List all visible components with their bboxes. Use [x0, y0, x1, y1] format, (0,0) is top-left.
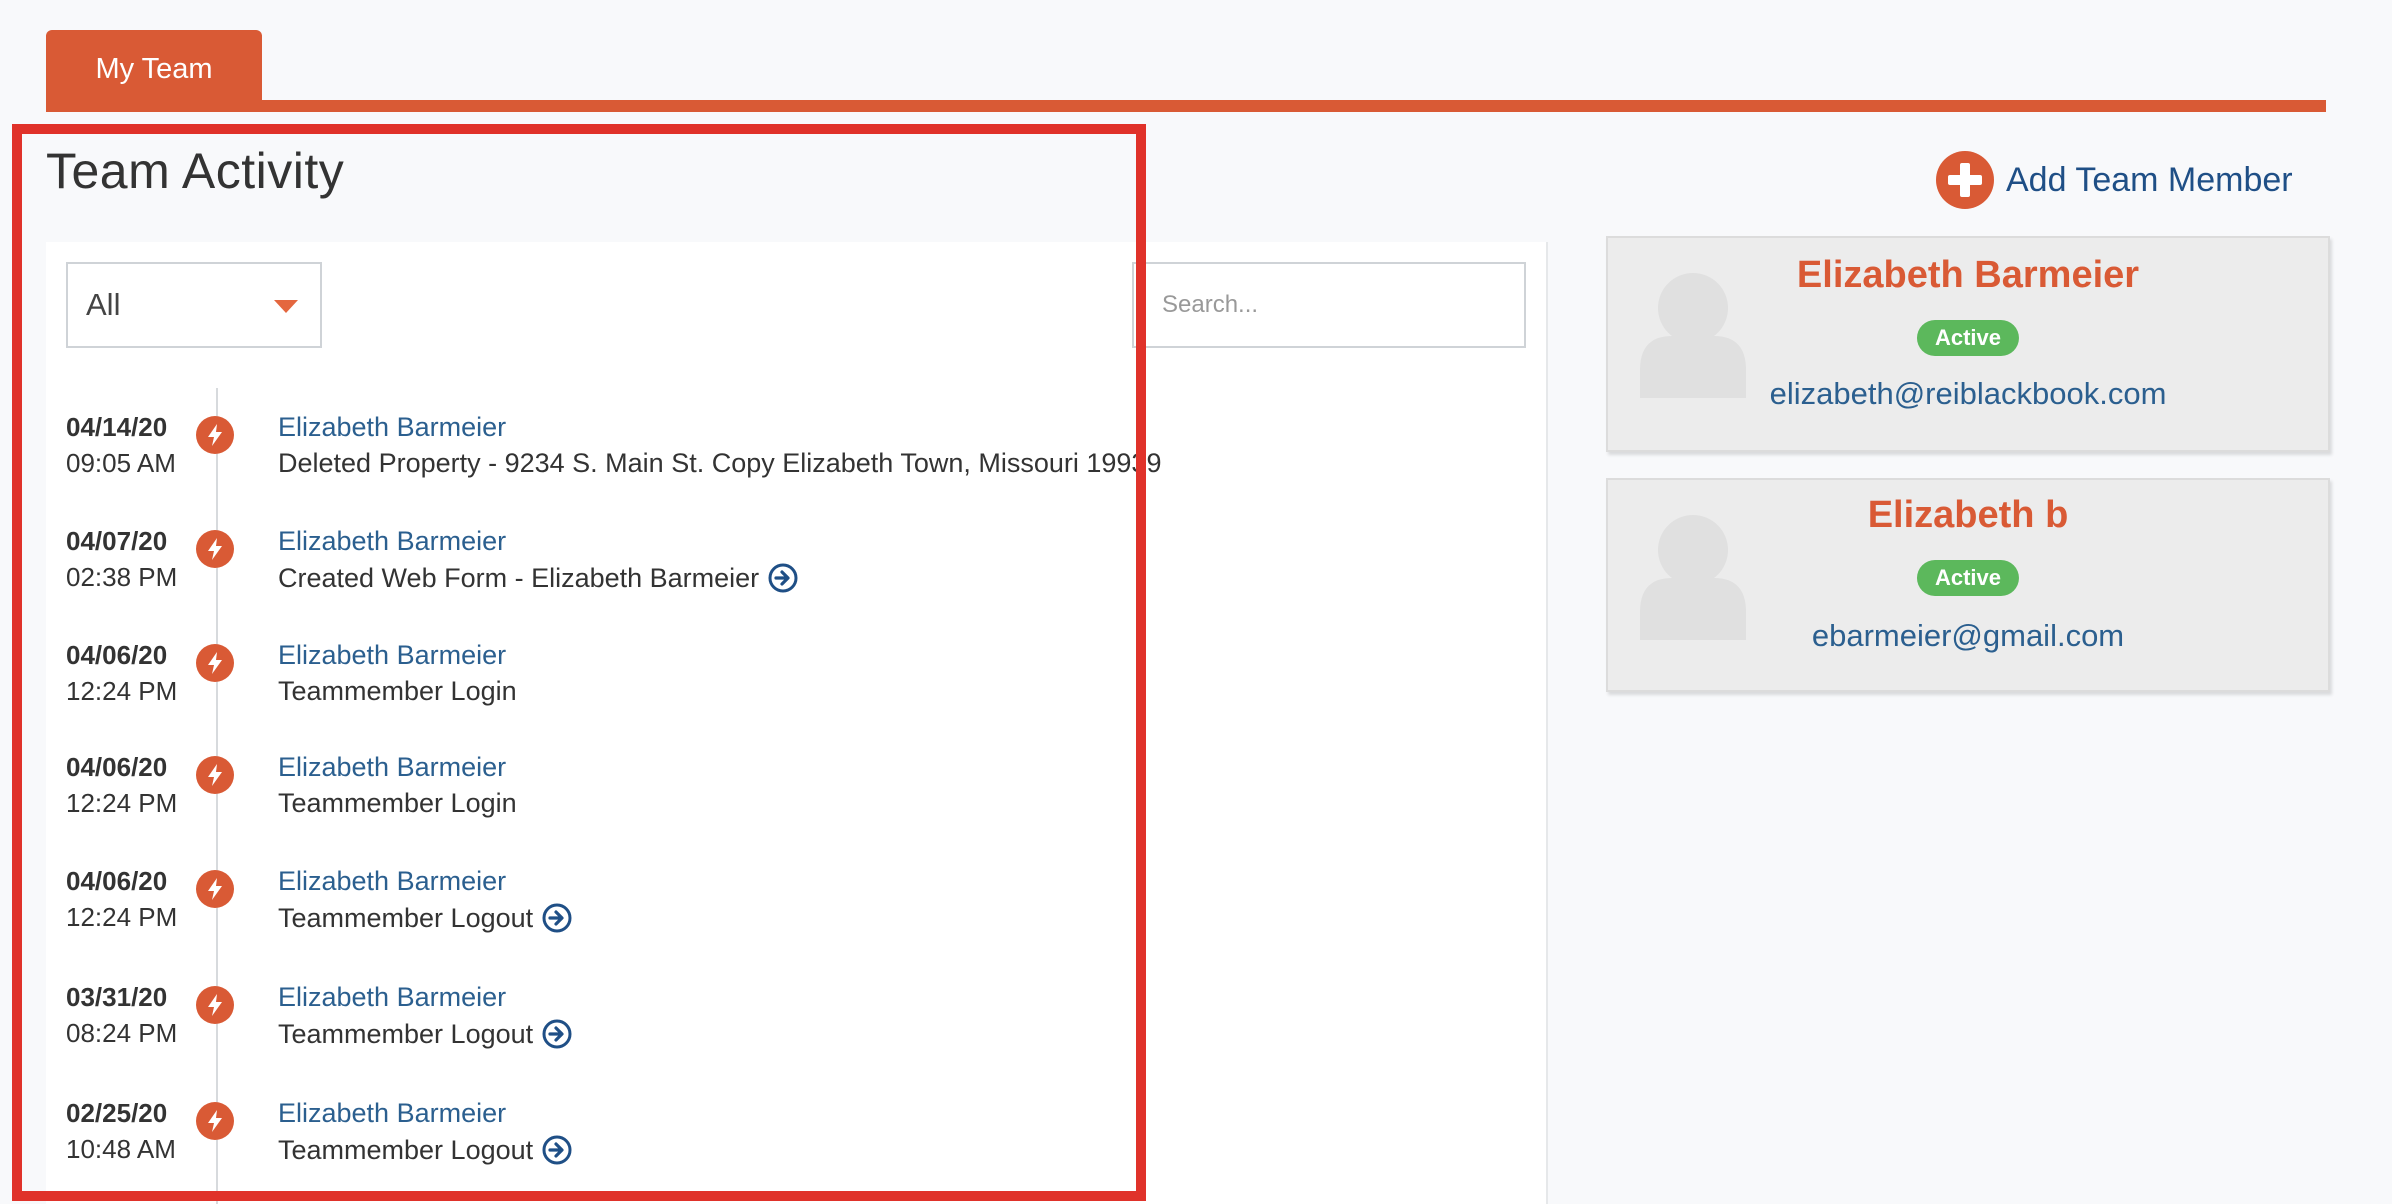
status-badge: Active	[1916, 560, 2020, 596]
entry-user-link[interactable]: Elizabeth Barmeier	[278, 640, 506, 671]
activity-entry: 04/14/20 09:05 AM Elizabeth Barmeier Delete…	[0, 412, 1200, 492]
entry-time: 12:24 PM	[66, 788, 178, 818]
plus-circle-icon	[1936, 151, 1994, 209]
entry-time: 02:38 PM	[66, 562, 178, 592]
entry-time: 12:24 PM	[66, 902, 178, 932]
tab-bar: My Team	[46, 30, 2326, 113]
member-name[interactable]: Elizabeth b	[1608, 494, 2328, 537]
entry-date: 04/06/20	[66, 640, 168, 670]
entry-date: 04/14/20	[66, 412, 168, 442]
entry-time: 09:05 AM	[66, 448, 176, 478]
entry-date: 04/07/20	[66, 526, 168, 556]
entry-action-text: Teammember Logout	[278, 902, 534, 933]
entry-action: Teammember Logout	[278, 1018, 573, 1050]
entry-time: 08:24 PM	[66, 1018, 178, 1048]
member-card[interactable]: Elizabeth Barmeier Active elizabeth@reib…	[1606, 236, 2330, 452]
activity-filter-select[interactable]: All	[66, 262, 322, 348]
entry-user-link[interactable]: Elizabeth Barmeier	[278, 752, 506, 783]
status-badge: Active	[1916, 320, 2020, 356]
entry-action: Deleted Property - 9234 S. Main St. Copy…	[278, 448, 1161, 479]
filter-value: All	[86, 287, 121, 322]
activity-entry: 03/31/20 08:24 PM Elizabeth Barmeier Teamme…	[0, 982, 1200, 1062]
tab-underline	[46, 100, 2326, 112]
team-activity-title: Team Activity	[46, 143, 345, 199]
member-email[interactable]: elizabeth@reiblackbook.com	[1608, 376, 2328, 412]
add-team-member-label: Add Team Member	[2006, 160, 2293, 199]
entry-date: 03/31/20	[66, 982, 168, 1012]
entry-action-text: Teammember Logout	[278, 1134, 534, 1165]
lightning-icon	[196, 756, 234, 794]
activity-entry: 02/25/20 10:48 AM Elizabeth Barmeier Teamme…	[0, 1098, 1200, 1178]
arrow-circle-right-icon[interactable]	[541, 902, 573, 934]
arrow-circle-right-icon[interactable]	[541, 1134, 573, 1166]
entry-action-text: Teammember Login	[278, 676, 517, 706]
add-team-member-button[interactable]: Add Team Member	[1936, 150, 2293, 210]
activity-search-input[interactable]	[1132, 262, 1526, 348]
lightning-icon	[196, 870, 234, 908]
activity-entry: 04/06/20 12:24 PM Elizabeth Barmeier Teamme…	[0, 752, 1200, 832]
lightning-icon	[196, 530, 234, 568]
member-name[interactable]: Elizabeth Barmeier	[1608, 254, 2328, 297]
activity-entry: 04/06/20 12:24 PM Elizabeth Barmeier Teamme…	[0, 640, 1200, 720]
entry-user-link[interactable]: Elizabeth Barmeier	[278, 412, 506, 443]
member-email[interactable]: ebarmeier@gmail.com	[1608, 618, 2328, 654]
lightning-icon	[196, 644, 234, 682]
activity-entry: 04/06/20 12:24 PM Elizabeth Barmeier Teamme…	[0, 866, 1200, 946]
entry-action: Teammember Logout	[278, 902, 573, 934]
entry-action: Teammember Login	[278, 788, 517, 819]
entry-action-text: Deleted Property - 9234 S. Main St. Copy…	[278, 448, 1162, 478]
entry-action: Created Web Form - Elizabeth Barmeier	[278, 562, 799, 594]
lightning-icon	[196, 416, 234, 454]
caret-down-icon	[274, 300, 298, 313]
tab-my-team[interactable]: My Team	[46, 30, 262, 108]
entry-user-link[interactable]: Elizabeth Barmeier	[278, 1098, 506, 1129]
entry-action-text: Teammember Logout	[278, 1018, 534, 1049]
lightning-icon	[196, 986, 234, 1024]
arrow-circle-right-icon[interactable]	[767, 562, 799, 594]
entry-user-link[interactable]: Elizabeth Barmeier	[278, 866, 506, 897]
lightning-icon	[196, 1102, 234, 1140]
member-card[interactable]: Elizabeth b Active ebarmeier@gmail.com	[1606, 478, 2330, 692]
entry-date: 02/25/20	[66, 1098, 168, 1128]
entry-date: 04/06/20	[66, 752, 168, 782]
entry-action: Teammember Logout	[278, 1134, 573, 1166]
panel-divider	[1546, 242, 1548, 1204]
activity-entry: 04/07/20 02:38 PM Elizabeth Barmeier Create…	[0, 526, 1200, 606]
entry-action-text: Created Web Form - Elizabeth Barmeier	[278, 562, 760, 593]
entry-user-link[interactable]: Elizabeth Barmeier	[278, 982, 506, 1013]
entry-user-link[interactable]: Elizabeth Barmeier	[278, 526, 506, 557]
entry-time: 12:24 PM	[66, 676, 178, 706]
entry-action-text: Teammember Login	[278, 788, 517, 818]
entry-time: 10:48 AM	[66, 1134, 176, 1164]
entry-date: 04/06/20	[66, 866, 168, 896]
entry-action: Teammember Login	[278, 676, 517, 707]
arrow-circle-right-icon[interactable]	[541, 1018, 573, 1050]
